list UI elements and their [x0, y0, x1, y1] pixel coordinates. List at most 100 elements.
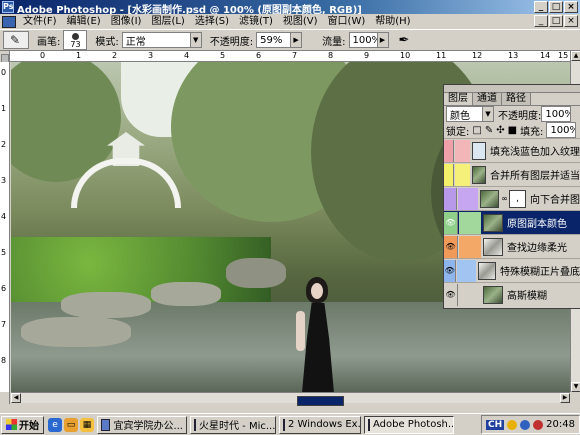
opacity-label: 不透明度:	[209, 36, 254, 48]
layer-color-swatch[interactable]	[459, 211, 481, 234]
layer-opacity-value: 100%	[545, 108, 572, 120]
clock[interactable]: 20:48	[546, 419, 575, 430]
layer-row[interactable]: 👁 高斯模糊	[444, 282, 580, 306]
menu-help[interactable]: 帮助(H)	[370, 14, 415, 29]
network-icon[interactable]	[520, 419, 531, 430]
desktop-icon[interactable]: ▦	[80, 417, 94, 432]
menu-window[interactable]: 窗口(W)	[323, 14, 371, 29]
layer-row[interactable]: 填充浅蓝色加入纹理	[444, 138, 580, 162]
task-button[interactable]: 宜宾学院办公...	[97, 415, 187, 434]
blend-mode-select[interactable]: 颜色 ▼	[446, 106, 494, 122]
layer-name: 特殊模糊正片叠底	[500, 267, 580, 278]
brush-size-picker[interactable]: 73	[63, 30, 88, 50]
scroll-left-icon[interactable]: ◀	[11, 393, 21, 403]
garden-rock	[226, 258, 286, 288]
ruler-tick: 2	[112, 51, 118, 60]
panel-grip[interactable]	[444, 85, 580, 93]
layer-row[interactable]: 👁 特殊模糊正片叠底	[444, 258, 580, 282]
scroll-up-icon[interactable]: ▲	[571, 51, 580, 61]
chevron-down-icon: ▼	[189, 33, 201, 47]
menu-bar: 文件(F) 编辑(E) 图像(I) 图层(L) 选择(S) 滤镜(T) 视图(V…	[0, 14, 580, 29]
task-button[interactable]: 火星时代 - Mic...	[190, 415, 276, 434]
horizontal-scrollbar[interactable]: ◀ ▶	[11, 392, 570, 403]
ruler-tick: 5	[1, 248, 7, 257]
layer-color-swatch[interactable]	[459, 283, 481, 306]
photoshop-icon	[368, 418, 370, 431]
layer-thumbnail[interactable]	[483, 237, 503, 256]
airbrush-icon[interactable]: ✒	[399, 33, 410, 48]
ruler-tick: 15	[558, 51, 569, 60]
tool-preset-picker[interactable]: ✎	[3, 31, 29, 49]
tab-channels[interactable]: 通道	[473, 93, 502, 105]
lock-all-icon[interactable]: ■	[508, 125, 517, 136]
doc-close-button[interactable]: ×	[564, 15, 578, 27]
task-button[interactable]: 2 Windows Ex...	[279, 415, 361, 434]
lock-position-icon[interactable]: ✣	[496, 125, 504, 136]
layer-name: 原图副本颜色	[507, 219, 567, 230]
layer-thumbnail[interactable]	[480, 189, 500, 208]
layer-opacity-input[interactable]: 100%	[541, 106, 572, 122]
flow-input[interactable]: 100% ▶	[348, 32, 389, 48]
layer-color-swatch[interactable]	[458, 187, 479, 210]
brush-size-value: 73	[70, 40, 81, 49]
mode-select[interactable]: 正常 ▼	[121, 32, 202, 48]
menu-file[interactable]: 文件(F)	[18, 14, 62, 29]
layer-thumbnail[interactable]	[483, 285, 503, 304]
menu-view[interactable]: 视图(V)	[278, 14, 323, 29]
menu-edit[interactable]: 编辑(E)	[62, 14, 106, 29]
photoshop-app-icon[interactable]: Ps	[2, 1, 14, 13]
layer-color-swatch[interactable]	[459, 235, 481, 258]
layer-thumbnail[interactable]	[483, 213, 503, 232]
chain-link-icon[interactable]: ∞	[501, 194, 508, 203]
visibility-eye-icon[interactable]: 👁	[444, 211, 458, 234]
visibility-eye-icon[interactable]: 👁	[444, 235, 458, 258]
layer-row[interactable]: 👁 查找边缘柔光	[444, 234, 580, 258]
navigator-thumb[interactable]	[297, 396, 344, 406]
layer-color-swatch[interactable]	[454, 163, 470, 186]
doc-minimize-button[interactable]: _	[534, 15, 548, 27]
layer-mask-thumbnail[interactable]: ,	[509, 189, 527, 208]
visibility-eye-icon[interactable]	[444, 139, 454, 162]
menu-filter[interactable]: 滤镜(T)	[234, 14, 278, 29]
doc-restore-button[interactable]: □	[549, 15, 563, 27]
layer-row[interactable]: 合并所有图层并适当	[444, 162, 580, 186]
lock-pixels-icon[interactable]: ✎	[485, 125, 493, 136]
fill-input[interactable]: 100%	[546, 122, 577, 138]
menu-select[interactable]: 选择(S)	[190, 14, 234, 29]
visibility-eye-icon[interactable]	[444, 187, 458, 210]
maximize-button[interactable]: □	[549, 1, 563, 13]
layer-thumbnail[interactable]	[471, 165, 486, 184]
task-button-active[interactable]: Adobe Photosh...	[364, 415, 454, 434]
antivirus-icon[interactable]	[533, 419, 544, 430]
mode-label: 模式:	[95, 36, 119, 48]
flow-label: 流量:	[322, 36, 346, 48]
minimize-button[interactable]: _	[534, 1, 548, 13]
layer-color-swatch[interactable]	[454, 139, 470, 162]
ie-icon[interactable]: e	[48, 417, 62, 432]
ruler-tick: 5	[220, 51, 226, 60]
document-icon[interactable]	[2, 15, 16, 28]
ime-indicator[interactable]: CH	[486, 419, 505, 430]
options-bar: ✎ 画笔: 73 模式: 正常 ▼ 不透明度: 59% ▶ 流量: 100% ▶…	[0, 29, 580, 51]
layer-color-swatch[interactable]	[457, 259, 477, 282]
tab-layers[interactable]: 图层	[444, 93, 473, 105]
folder-icon[interactable]: ▭	[64, 417, 78, 432]
opacity-input[interactable]: 59% ▶	[256, 32, 303, 48]
tray-app-icon[interactable]	[507, 419, 518, 430]
scroll-down-icon[interactable]: ▼	[571, 382, 580, 392]
ruler-tick: 2	[1, 140, 7, 149]
visibility-eye-icon[interactable]	[444, 163, 454, 186]
layer-thumbnail[interactable]	[471, 141, 486, 160]
lock-transparency-icon[interactable]: □	[472, 125, 481, 136]
visibility-eye-icon[interactable]: 👁	[444, 283, 458, 306]
layer-thumbnail[interactable]	[478, 261, 496, 280]
menu-layer[interactable]: 图层(L)	[146, 14, 189, 29]
scroll-right-icon[interactable]: ▶	[560, 393, 570, 403]
close-button[interactable]: ×	[564, 1, 578, 13]
tab-paths[interactable]: 路径	[502, 93, 531, 105]
menu-image[interactable]: 图像(I)	[106, 14, 147, 29]
start-button[interactable]: 开始	[1, 415, 44, 434]
layer-row[interactable]: 👁 原图副本颜色	[444, 210, 580, 234]
layer-row[interactable]: ∞, 向下合并图	[444, 186, 580, 210]
visibility-eye-icon[interactable]: 👁	[444, 259, 457, 282]
